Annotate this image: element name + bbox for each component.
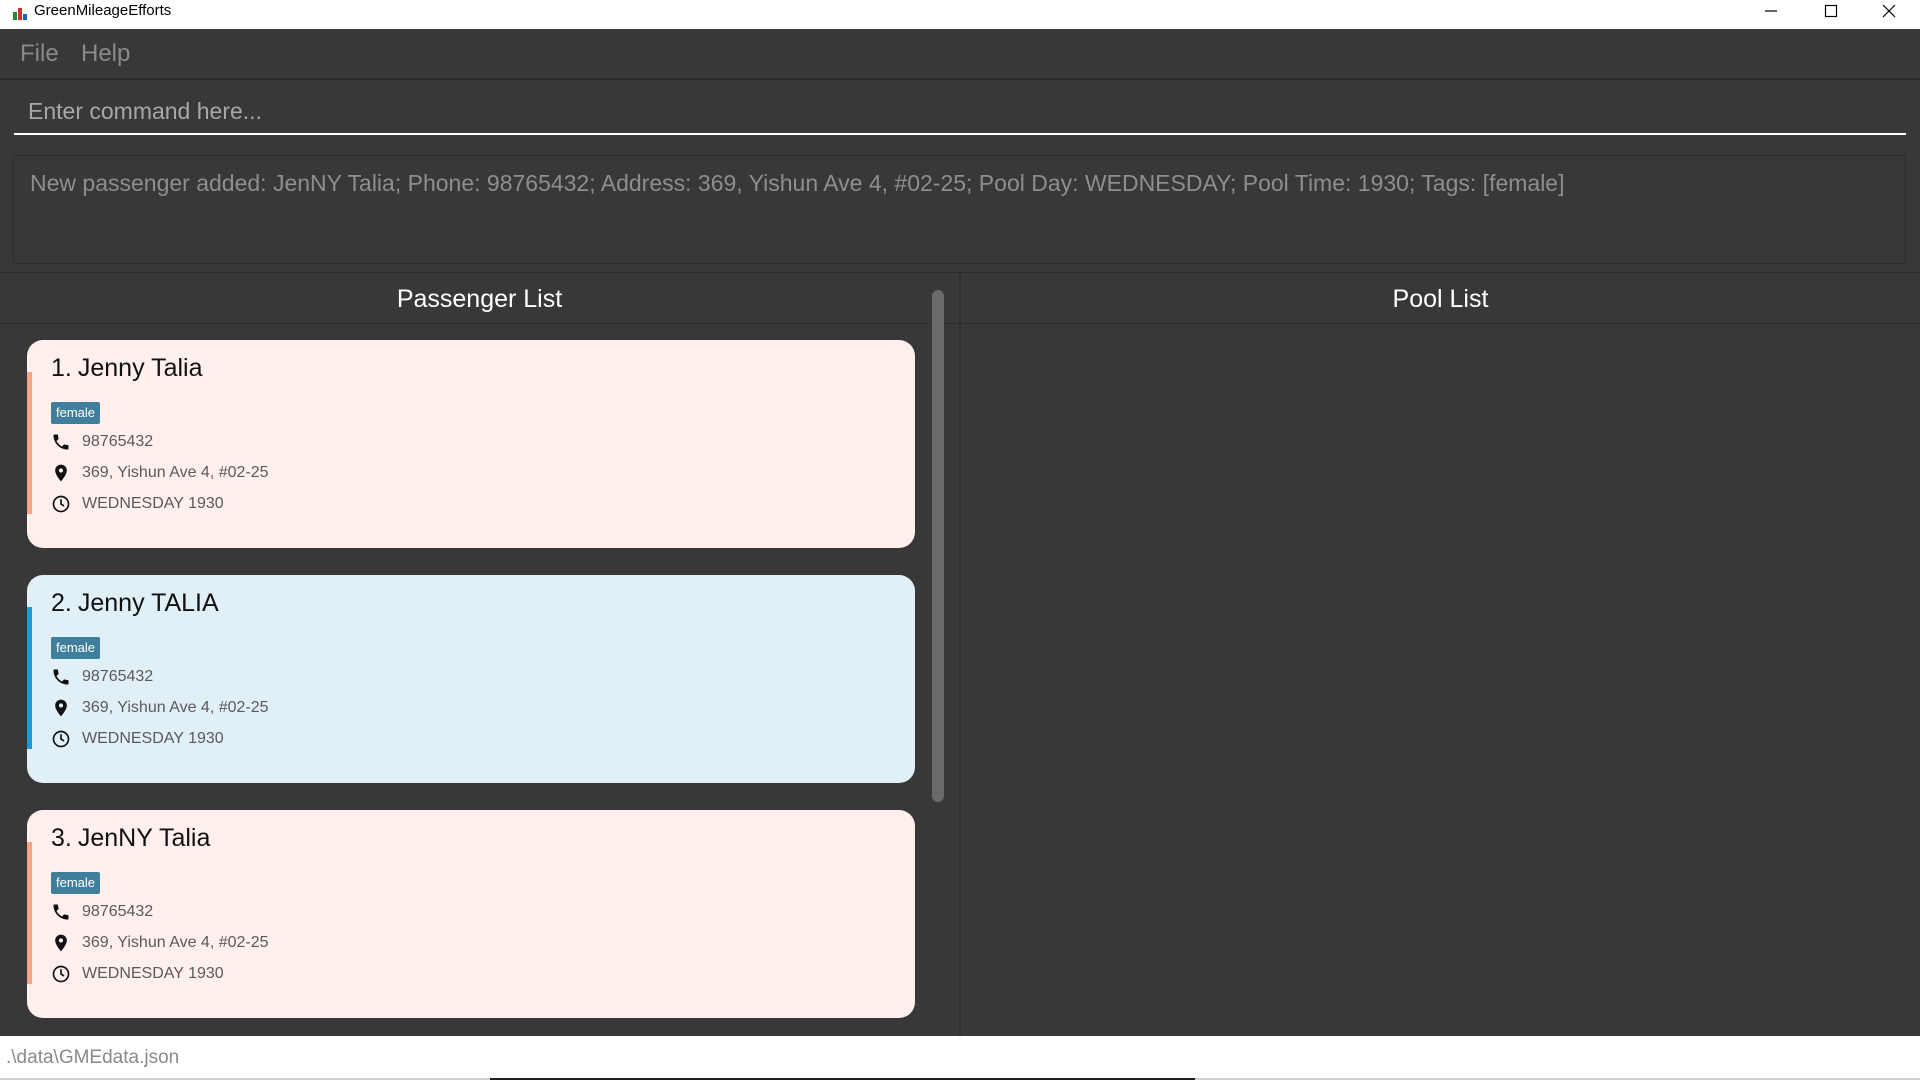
card-accent-bar bbox=[27, 842, 32, 984]
minimize-icon bbox=[1765, 10, 1777, 12]
passenger-name-text: Jenny TALIA bbox=[77, 589, 219, 617]
result-message: New passenger added: JenNY Talia; Phone:… bbox=[30, 170, 1565, 196]
pool-list-panel: Pool List bbox=[961, 272, 1920, 1036]
phone-icon bbox=[53, 904, 69, 920]
passenger-list-title: Passenger List bbox=[0, 272, 959, 324]
phone-number: 98765432 bbox=[82, 433, 154, 450]
passenger-card-1[interactable]: 1. Jenny Talia female 98765432 369, Yishu… bbox=[27, 340, 915, 548]
phone-number: 98765432 bbox=[82, 668, 154, 685]
passenger-name: 2. Jenny TALIA bbox=[51, 589, 219, 618]
phone-number: 98765432 bbox=[82, 903, 154, 920]
data-file-path: .\data\GMEdata.json bbox=[6, 1047, 180, 1068]
phone-icon bbox=[53, 669, 69, 685]
clock-icon bbox=[52, 730, 70, 748]
tag-badge: female bbox=[51, 402, 101, 424]
command-input[interactable] bbox=[14, 90, 1906, 135]
address-row: 369, Yishun Ave 4, #02-25 bbox=[51, 931, 269, 955]
card-accent-bar bbox=[27, 607, 32, 749]
phone-icon bbox=[53, 434, 69, 450]
menu-help[interactable]: Help bbox=[81, 29, 130, 79]
clock-icon bbox=[52, 495, 70, 513]
passenger-index: 2. bbox=[51, 589, 72, 617]
pool-time-text: WEDNESDAY 1930 bbox=[82, 730, 224, 747]
passenger-name-text: Jenny Talia bbox=[77, 354, 203, 382]
phone-row: 98765432 bbox=[51, 900, 153, 924]
minimize-button[interactable] bbox=[1742, 0, 1800, 22]
passenger-list-panel: Passenger List 1. Jenny Talia female 9876… bbox=[0, 272, 961, 1036]
pool-time-text: WEDNESDAY 1930 bbox=[82, 965, 224, 982]
result-display[interactable]: New passenger added: JenNY Talia; Phone:… bbox=[13, 155, 1906, 264]
menu-file[interactable]: File bbox=[20, 29, 59, 79]
tag-badge: female bbox=[51, 637, 101, 659]
pool-list-title: Pool List bbox=[961, 272, 1920, 324]
maximize-button[interactable] bbox=[1802, 0, 1860, 22]
passenger-card-2[interactable]: 2. Jenny TALIA female 98765432 369, Yishu… bbox=[27, 575, 915, 783]
clock-icon bbox=[52, 965, 70, 983]
address-text: 369, Yishun Ave 4, #02-25 bbox=[82, 464, 269, 481]
address-row: 369, Yishun Ave 4, #02-25 bbox=[51, 696, 269, 720]
pool-time-row: WEDNESDAY 1930 bbox=[51, 492, 224, 516]
close-button[interactable] bbox=[1860, 0, 1918, 22]
menu-bar: File Help bbox=[0, 29, 1920, 79]
passenger-index: 3. bbox=[51, 824, 72, 852]
pool-list[interactable] bbox=[961, 326, 1920, 1036]
map-pin-icon bbox=[55, 934, 67, 952]
close-icon bbox=[1882, 4, 1896, 18]
maximize-icon bbox=[1824, 4, 1838, 18]
phone-row: 98765432 bbox=[51, 430, 153, 454]
address-text: 369, Yishun Ave 4, #02-25 bbox=[82, 934, 269, 951]
status-bar: .\data\GMEdata.json bbox=[0, 1036, 1920, 1080]
address-row: 369, Yishun Ave 4, #02-25 bbox=[51, 461, 269, 485]
card-accent-bar bbox=[27, 372, 32, 514]
command-box bbox=[0, 79, 1920, 148]
map-pin-icon bbox=[55, 464, 67, 482]
passenger-list[interactable]: 1. Jenny Talia female 98765432 369, Yishu… bbox=[0, 326, 959, 1036]
pool-time-text: WEDNESDAY 1930 bbox=[82, 495, 224, 512]
address-text: 369, Yishun Ave 4, #02-25 bbox=[82, 699, 269, 716]
pool-time-row: WEDNESDAY 1930 bbox=[51, 727, 224, 751]
map-pin-icon bbox=[55, 699, 67, 717]
passenger-name-text: JenNY Talia bbox=[77, 824, 211, 852]
passenger-index: 1. bbox=[51, 354, 72, 382]
passenger-list-scrollbar[interactable] bbox=[932, 290, 944, 802]
passenger-name: 3. JenNY Talia bbox=[51, 824, 210, 853]
phone-row: 98765432 bbox=[51, 665, 153, 689]
app-logo-icon bbox=[13, 8, 27, 20]
passenger-card-3[interactable]: 3. JenNY Talia female 98765432 369, Yishu… bbox=[27, 810, 915, 1018]
tag-badge: female bbox=[51, 872, 101, 894]
pool-time-row: WEDNESDAY 1930 bbox=[51, 962, 224, 986]
window-title: GreenMileageEfforts bbox=[34, 2, 172, 19]
passenger-name: 1. Jenny Talia bbox=[51, 354, 202, 383]
window-title-bar: GreenMileageEfforts bbox=[0, 0, 1920, 29]
